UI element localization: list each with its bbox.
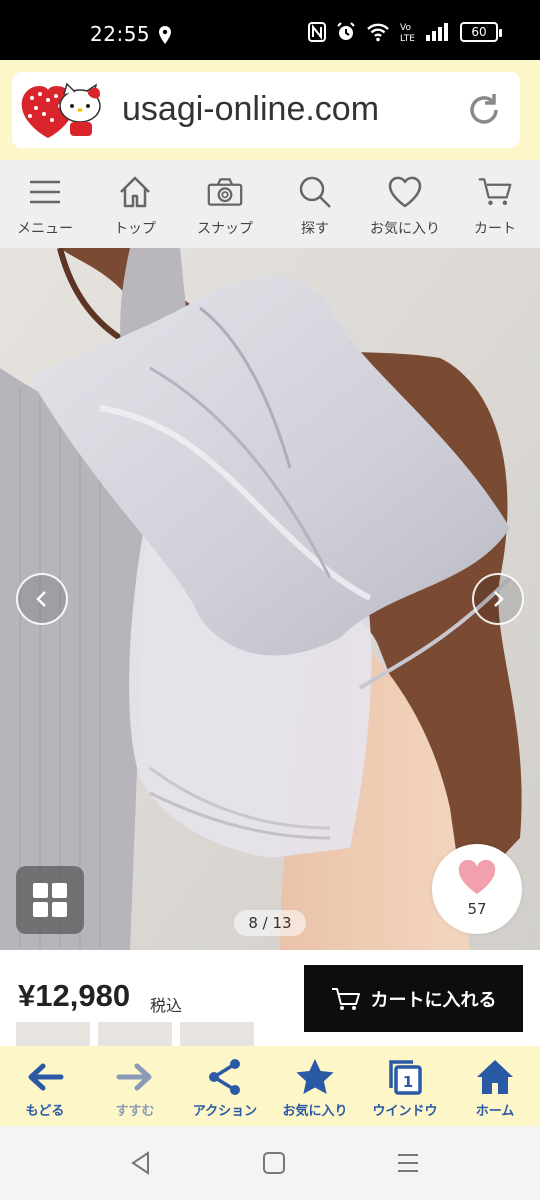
tax-label: 税込 <box>150 996 183 1015</box>
toolbar-home[interactable]: ホーム <box>450 1046 540 1126</box>
back-icon[interactable] <box>128 1150 154 1176</box>
nav-item-snap[interactable]: スナップ <box>180 160 270 248</box>
battery-icon: 60 <box>460 22 502 42</box>
toolbar-home-label: ホーム <box>475 1104 515 1119</box>
toolbar-forward[interactable]: すすむ <box>90 1046 180 1126</box>
site-nav: メニュー トップ スナップ 探す お気に入り カート <box>0 160 540 248</box>
nav-label-snap: スナップ <box>197 221 253 237</box>
back-arrow-icon <box>28 1063 64 1091</box>
nav-item-menu[interactable]: メニュー <box>0 160 90 248</box>
forward-arrow-icon <box>116 1063 152 1091</box>
nav-label-search: 探す <box>301 221 329 237</box>
thumbnail[interactable] <box>98 1022 172 1046</box>
nav-label-menu: メニュー <box>17 221 73 237</box>
status-time: 22:55 <box>90 22 151 46</box>
add-to-cart-label: カートに入れる <box>370 989 497 1011</box>
volte-icon: Vo LTE <box>400 23 415 43</box>
toolbar-action[interactable]: アクション <box>180 1046 270 1126</box>
previous-image-button[interactable] <box>16 573 68 625</box>
reload-icon[interactable] <box>466 92 502 128</box>
favorite-count: 57 <box>467 900 487 918</box>
nav-label-favorites: お気に入り <box>370 221 440 237</box>
add-to-cart-button[interactable]: カートに入れる <box>304 965 523 1032</box>
search-icon <box>299 176 331 208</box>
nav-item-top[interactable]: トップ <box>90 160 180 248</box>
home-icon <box>120 176 150 208</box>
home-button-icon[interactable] <box>261 1150 287 1176</box>
chevron-left-icon <box>36 591 46 607</box>
window-icon: 1 <box>389 1060 422 1095</box>
cart-icon <box>331 987 360 1010</box>
toolbar-favorites[interactable]: お気に入り <box>270 1046 360 1126</box>
product-image-gallery[interactable]: 8 / 13 57 <box>0 248 540 950</box>
thumbnail[interactable] <box>16 1022 90 1046</box>
window-count: 1 <box>403 1073 413 1091</box>
recents-icon[interactable] <box>395 1150 421 1176</box>
cart-icon <box>478 178 512 206</box>
browser-toolbar: もどる すすむ アクション お気に入り 1 ウインドウ ホーム <box>0 1046 540 1126</box>
nav-label-cart: カート <box>474 221 516 237</box>
nav-item-cart[interactable]: カート <box>450 160 540 248</box>
product-photo <box>0 248 540 950</box>
toolbar-window-label: ウインドウ <box>372 1104 438 1119</box>
nav-label-top: トップ <box>114 221 156 237</box>
chevron-right-icon <box>494 591 504 607</box>
signal-icon <box>426 23 448 41</box>
product-price: ¥12,980 <box>18 978 131 1013</box>
toolbar-forward-label: すすむ <box>115 1104 155 1119</box>
url-field[interactable]: usagi-online.com <box>12 72 520 148</box>
svg-text:LTE: LTE <box>400 34 415 43</box>
star-icon <box>296 1059 334 1094</box>
share-icon <box>209 1059 240 1095</box>
thumbnail-strip <box>0 1022 300 1046</box>
camera-icon <box>207 178 243 206</box>
purchase-bar: ¥12,980 税込 カートに入れる <box>0 950 540 1046</box>
hello-kitty-logo <box>21 82 101 138</box>
thumbnail[interactable] <box>180 1022 254 1046</box>
alarm-icon <box>337 22 355 40</box>
address-bar: usagi-online.com <box>0 60 540 160</box>
nav-item-favorites[interactable]: お気に入り <box>360 160 450 248</box>
status-bar: 22:55 Vo LTE 60 <box>0 0 540 60</box>
toolbar-action-label: アクション <box>192 1104 258 1119</box>
favorite-button[interactable]: 57 <box>432 844 522 934</box>
nav-item-search[interactable]: 探す <box>270 160 360 248</box>
status-icons: Vo LTE 60 <box>308 20 502 44</box>
heart-icon <box>458 860 496 894</box>
heart-icon <box>388 176 422 208</box>
image-page-indicator: 8 / 13 <box>234 910 306 936</box>
next-image-button[interactable] <box>472 573 524 625</box>
svg-text:Vo: Vo <box>400 23 411 33</box>
nfc-icon <box>308 22 326 42</box>
home-icon <box>477 1060 513 1094</box>
menu-icon <box>30 180 60 204</box>
url-text: usagi-online.com <box>122 90 380 128</box>
location-icon <box>159 26 171 44</box>
toolbar-back[interactable]: もどる <box>0 1046 90 1126</box>
toolbar-window[interactable]: 1 ウインドウ <box>360 1046 450 1126</box>
toolbar-back-label: もどる <box>25 1104 65 1119</box>
battery-level: 60 <box>471 25 487 39</box>
toolbar-favorites-label: お気に入り <box>282 1104 348 1119</box>
wifi-icon <box>367 23 389 42</box>
grid-view-button[interactable] <box>16 866 84 934</box>
grid-icon <box>33 883 67 917</box>
system-navigation-bar <box>0 1126 540 1200</box>
